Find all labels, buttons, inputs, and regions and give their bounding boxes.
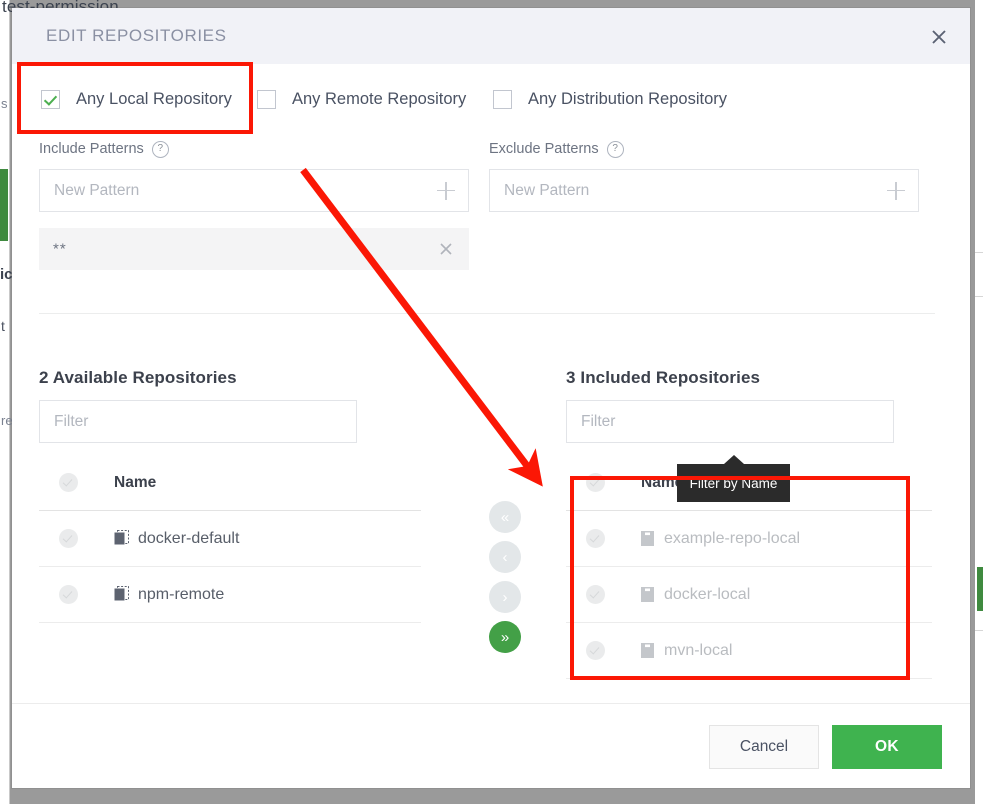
available-filter-placeholder: Filter (54, 412, 89, 430)
background-right-panel (975, 0, 983, 804)
dialog-header: EDIT REPOSITORIES (12, 8, 970, 64)
available-repositories-table: Name docker-default npm-remote (39, 455, 421, 623)
remote-repository-icon (114, 586, 129, 601)
repository-name-text: docker-local (664, 585, 751, 603)
exclude-patterns-label-text: Exclude Patterns (489, 141, 599, 157)
background-text-fragment: re (1, 413, 13, 428)
background-divider (975, 630, 983, 631)
filter-by-name-tooltip: Filter by Name (677, 464, 790, 502)
repository-name-text: mvn-local (664, 641, 733, 659)
checkbox-any-remote-repository[interactable]: Any Remote Repository (257, 90, 466, 109)
include-patterns-column: Include Patterns ? New Pattern ** (39, 138, 469, 270)
edit-repositories-dialog: EDIT REPOSITORIES Any Local Repository A… (12, 8, 970, 788)
checkbox-box[interactable] (493, 90, 512, 109)
repository-name-cell: docker-local (641, 586, 750, 604)
select-all-checkbox[interactable] (59, 473, 78, 492)
checkbox-box[interactable] (257, 90, 276, 109)
select-all-checkbox[interactable] (586, 473, 605, 492)
checkbox-box[interactable] (41, 90, 60, 109)
repository-name-text: npm-remote (138, 585, 225, 603)
checkbox-any-local-repository[interactable]: Any Local Repository (41, 90, 232, 109)
local-repository-icon (641, 530, 654, 546)
exclude-patterns-column: Exclude Patterns ? New Pattern (489, 138, 919, 212)
row-checkbox[interactable] (59, 529, 78, 548)
available-repositories-title: 2 Available Repositories (39, 368, 237, 387)
ok-button[interactable]: OK (832, 725, 942, 769)
section-divider (39, 313, 935, 314)
row-checkbox[interactable] (586, 641, 605, 660)
included-repositories-title: 3 Included Repositories (566, 368, 761, 387)
move-left-button[interactable]: ‹ (489, 541, 521, 573)
patterns-section: Include Patterns ? New Pattern ** Exclud… (12, 138, 970, 313)
question-mark-icon[interactable]: ? (151, 140, 169, 158)
included-filter-input[interactable]: Filter (566, 400, 894, 443)
include-patterns-label-text: Include Patterns (39, 141, 144, 157)
background-right-accent-bar (977, 567, 983, 611)
table-row[interactable]: mvn-local (566, 623, 932, 679)
background-text-fragment: ic (0, 266, 13, 283)
table-row[interactable]: docker-default (39, 511, 421, 567)
background-left-panel (0, 0, 10, 804)
include-pattern-chip-value: ** (53, 240, 67, 258)
repository-name-cell: docker-default (114, 530, 239, 548)
background-divider (975, 296, 983, 297)
background-text-fragment: s (1, 96, 8, 111)
row-checkbox[interactable] (59, 585, 78, 604)
checkbox-label: Any Distribution Repository (528, 90, 727, 108)
remote-repository-icon (114, 530, 129, 545)
repository-type-checkbox-group: Any Local Repository Any Remote Reposito… (12, 64, 970, 134)
table-row[interactable]: docker-local (566, 567, 932, 623)
plus-icon[interactable] (887, 181, 905, 200)
background-left-accent-bar (0, 169, 8, 241)
move-all-left-button[interactable]: « (489, 501, 521, 533)
included-repositories-panel: 3 Included Repositories Filter Name exam… (566, 368, 932, 679)
include-pattern-chip: ** (39, 228, 469, 270)
available-repositories-panel: 2 Available Repositories Filter Name doc… (39, 368, 421, 623)
row-checkbox[interactable] (586, 585, 605, 604)
plus-icon[interactable] (437, 181, 455, 200)
checkbox-label: Any Remote Repository (292, 90, 467, 108)
local-repository-icon (641, 586, 654, 602)
dialog-footer: Cancel OK (12, 703, 970, 788)
move-right-button[interactable]: › (489, 581, 521, 613)
exclude-pattern-input[interactable]: New Pattern (489, 169, 919, 212)
repository-name-cell: npm-remote (114, 586, 224, 604)
available-filter-input[interactable]: Filter (39, 400, 357, 443)
repository-name-cell: mvn-local (641, 642, 732, 660)
local-repository-icon (641, 642, 654, 658)
repository-name-text: example-repo-local (664, 529, 801, 547)
dialog-title: EDIT REPOSITORIES (46, 26, 227, 45)
repository-name-cell: example-repo-local (641, 530, 800, 548)
repository-name-text: docker-default (138, 529, 240, 547)
include-patterns-label: Include Patterns ? (39, 138, 469, 160)
table-row[interactable]: npm-remote (39, 567, 421, 623)
background-text-fragment: t (1, 318, 5, 334)
exclude-pattern-placeholder: New Pattern (504, 181, 590, 199)
close-icon[interactable] (924, 22, 954, 52)
checkbox-any-distribution-repository[interactable]: Any Distribution Repository (493, 90, 727, 109)
include-pattern-input[interactable]: New Pattern (39, 169, 469, 212)
close-icon[interactable] (437, 240, 455, 258)
table-header-row: Name (39, 455, 421, 511)
checkbox-label: Any Local Repository (76, 90, 232, 108)
included-filter-placeholder: Filter (581, 412, 616, 430)
question-mark-icon[interactable]: ? (606, 140, 624, 158)
cancel-button[interactable]: Cancel (709, 725, 819, 769)
move-all-right-button[interactable]: » (489, 621, 521, 653)
transfer-button-group: « ‹ › » (489, 501, 523, 661)
table-row[interactable]: example-repo-local (566, 511, 932, 567)
column-header-name: Name (114, 473, 157, 491)
include-pattern-placeholder: New Pattern (54, 181, 140, 199)
exclude-patterns-label: Exclude Patterns ? (489, 138, 919, 160)
background-divider (975, 252, 983, 253)
row-checkbox[interactable] (586, 529, 605, 548)
